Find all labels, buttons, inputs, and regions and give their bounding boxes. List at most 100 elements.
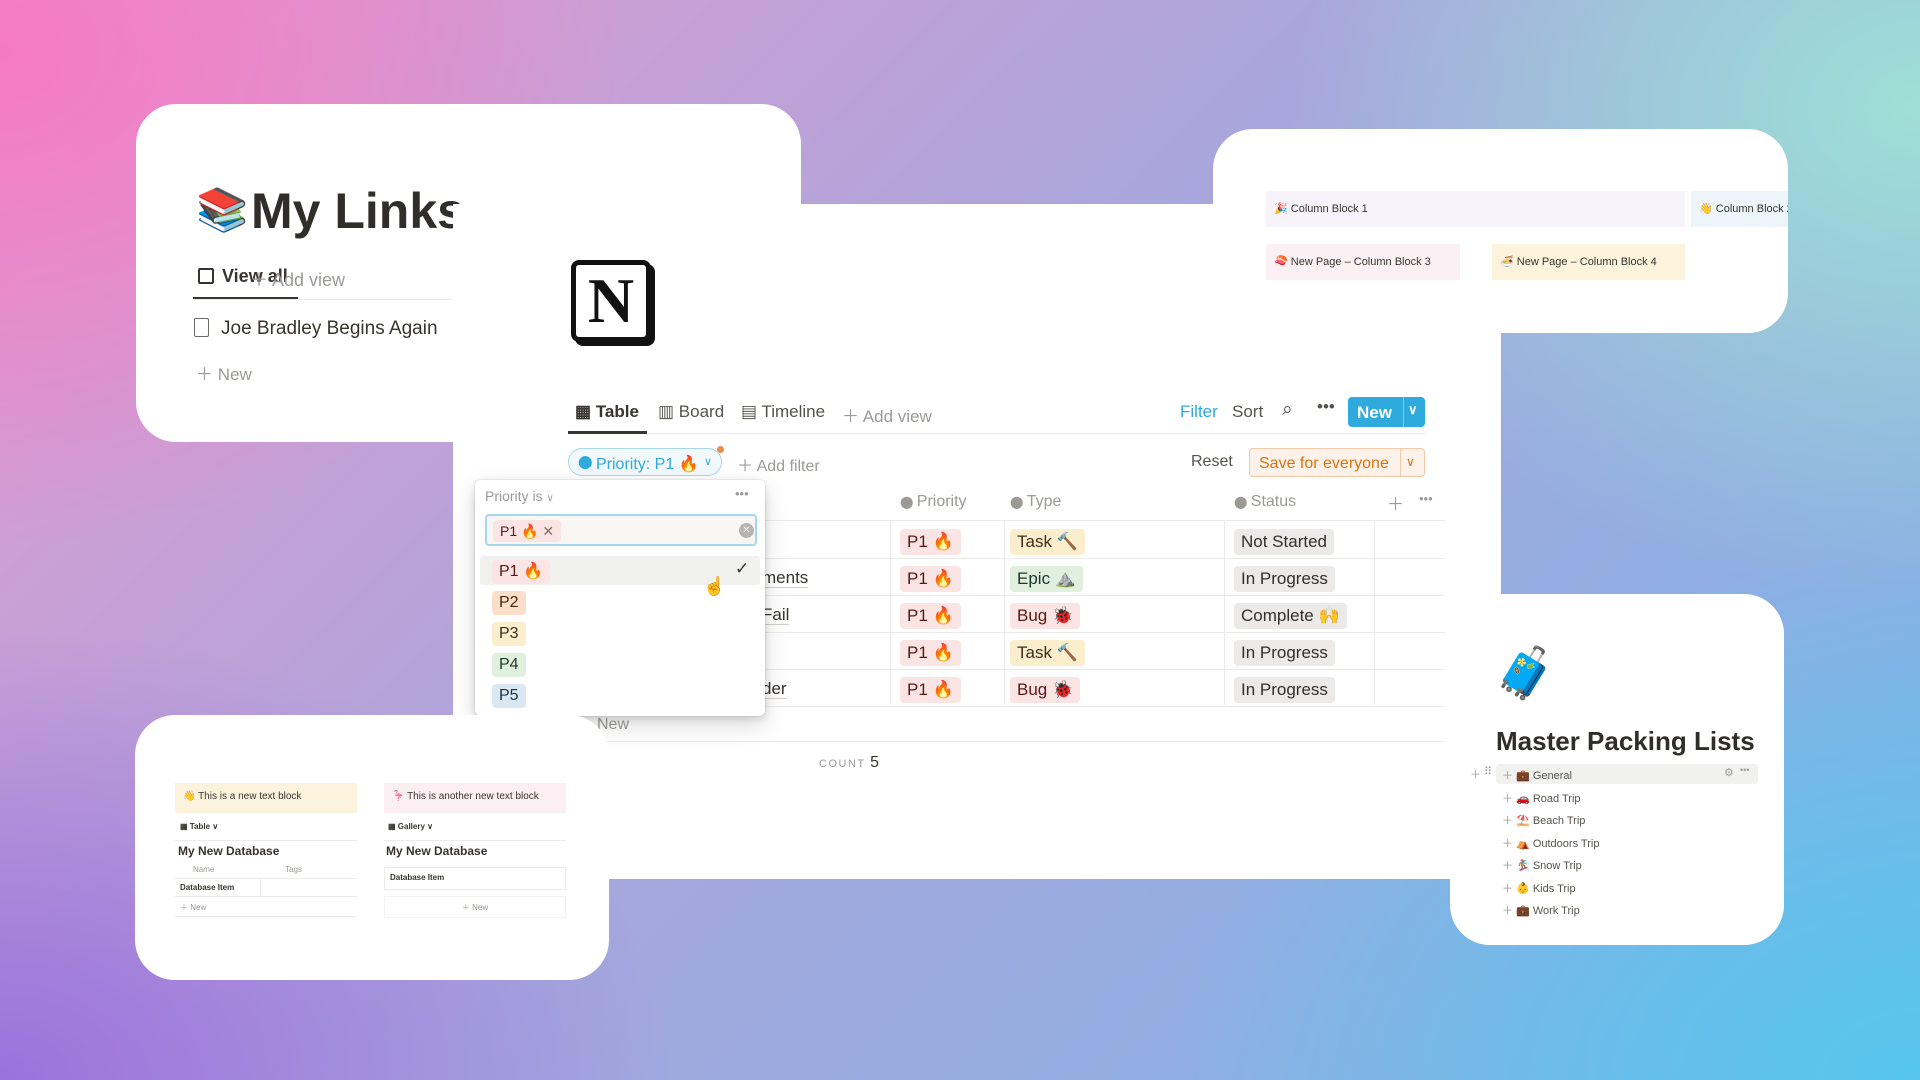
table-icon: ▦ [180, 822, 190, 831]
option-p5[interactable]: P5 [480, 680, 760, 709]
save-for-everyone-button[interactable]: Save for everyone ∨ [1249, 448, 1425, 477]
plus-icon[interactable]: ＋ [1502, 838, 1513, 850]
timeline-icon: ▤ [741, 402, 762, 421]
check-icon: ✓ [735, 559, 750, 578]
plus-icon: ＋ [842, 407, 863, 426]
view-table-dropdown[interactable]: ▦ Table ∨ [180, 822, 218, 831]
add-filter-button[interactable]: ＋ Add filter [737, 452, 820, 476]
type-tag: Bug 🐞 [1010, 603, 1081, 629]
clear-icon[interactable]: ✕ [739, 523, 754, 538]
add-view-button[interactable]: ＋ Add view [842, 402, 932, 427]
option-p4[interactable]: P4 [480, 649, 760, 678]
remove-tag-icon[interactable]: ✕ [542, 523, 554, 539]
search-icon[interactable]: ⌕ [1282, 399, 1293, 421]
plus-icon[interactable]: ＋ [1502, 905, 1513, 917]
plus-icon[interactable]: ＋ [1502, 883, 1513, 895]
filter-value-input[interactable]: P1 🔥 ✕ ✕ [485, 514, 757, 546]
list-item[interactable]: ＋ 💼 Work Trip [1502, 902, 1580, 918]
hand-cursor-icon: ☝ [703, 576, 726, 596]
drag-handle-icon[interactable]: ⠿ [1484, 765, 1492, 778]
plus-icon[interactable]: ＋ [1502, 815, 1513, 827]
new-item-button[interactable]: ＋ New [196, 360, 252, 385]
new-card-button[interactable]: ＋ New [385, 897, 565, 917]
priority-tag: P1 🔥 [900, 640, 961, 666]
column-block[interactable]: 🎉 Column Block 1 [1266, 191, 1685, 227]
list-item[interactable]: ＋ 🚗 Road Trip [1502, 790, 1581, 806]
columns-card: 🎉 Column Block 1 👋 Column Block 2 🍣 New Pa… [1213, 129, 1788, 333]
tab-table[interactable]: ▦ Table [575, 402, 639, 422]
reset-button[interactable]: Reset [1191, 453, 1233, 471]
list-item[interactable]: ＋ ⛺ Outdoors Trip [1502, 835, 1599, 851]
type-tag: Task 🔨 [1010, 640, 1085, 666]
board-icon: ▥ [658, 402, 679, 421]
property-icon: ⬤ [1234, 495, 1251, 509]
status-tag: In Progress [1234, 640, 1335, 666]
filter-property-icon: ⬤ [578, 454, 593, 469]
priority-filter-chip[interactable]: ⬤ Priority: P1 🔥 ∨ [568, 448, 722, 476]
column-block[interactable]: 🍣 New Page – Column Block 3 [1266, 244, 1460, 280]
gallery-card[interactable]: Database Item [385, 868, 565, 889]
property-icon: ⬤ [900, 495, 917, 509]
priority-tag: P1 🔥 [900, 566, 961, 592]
filter-condition-dropdown[interactable]: Priority is ∨ [485, 488, 554, 504]
database-item[interactable]: Database Item [180, 883, 234, 892]
tab-board[interactable]: ▥ Board [658, 402, 724, 422]
list-item[interactable]: Joe Bradley Begins Again [194, 318, 438, 340]
count-footer: COUNT 5 [819, 754, 879, 771]
status-tag: Complete 🙌 [1234, 603, 1347, 629]
suitcase-icon: 🧳 [1494, 645, 1557, 701]
filter-button[interactable]: Filter [1180, 402, 1218, 422]
add-column-icon[interactable]: ＋ [1387, 490, 1404, 515]
list-item[interactable]: ＋ 🏂 Snow Trip [1502, 857, 1582, 873]
list-item[interactable]: ＋ ⛱️ Beach Trip [1502, 812, 1585, 828]
sort-button[interactable]: Sort [1232, 402, 1263, 422]
list-item[interactable]: ＋ 👶 Kids Trip [1502, 880, 1576, 896]
priority-tag: P1 🔥 [900, 677, 961, 703]
databases-card: 👋 This is a new text block ▦ Table ∨ My … [135, 715, 609, 980]
priority-tag: P1 🔥 [900, 529, 961, 555]
block-emoji-icon: 🎉 [1274, 203, 1288, 215]
more-icon[interactable]: ••• [1419, 491, 1433, 506]
add-block-icon[interactable]: ＋ [1470, 766, 1481, 782]
new-button[interactable]: New ∨ [1348, 397, 1425, 427]
page-title: Master Packing Lists [1496, 726, 1755, 756]
chevron-down-icon[interactable]: ∨ [1406, 455, 1415, 469]
plus-icon[interactable]: ＋ [1502, 793, 1513, 805]
view-gallery-dropdown[interactable]: ▦ Gallery ∨ [388, 822, 433, 831]
row-name: der [762, 679, 787, 699]
option-p3[interactable]: P3 [480, 618, 760, 647]
column-header-priority[interactable]: ⬤ Priority [900, 493, 967, 511]
chevron-down-icon[interactable]: ∨ [1408, 402, 1418, 418]
plus-icon: ＋ [737, 458, 757, 475]
list-item[interactable]: ＋ 💼 General [1502, 767, 1572, 783]
filter-changed-dot [717, 446, 724, 453]
chevron-down-icon: ∨ [704, 456, 713, 468]
block-emoji-icon: 🍣 [1274, 256, 1288, 268]
add-view-button[interactable]: ＋ Add view [250, 266, 345, 292]
plus-icon[interactable]: ＋ [1502, 860, 1513, 872]
more-icon[interactable]: ••• [1740, 765, 1749, 775]
more-icon[interactable]: ••• [1317, 397, 1335, 417]
callout-block: 👋 This is a new text block [175, 783, 357, 813]
property-icon: ⬤ [1010, 495, 1027, 509]
status-tag: In Progress [1234, 566, 1335, 592]
notion-logo: N [571, 260, 651, 342]
chevron-down-icon: ∨ [546, 493, 554, 504]
column-block[interactable]: 🍜 New Page – Column Block 4 [1492, 244, 1685, 280]
callout-block: 🦩 This is another new text block [384, 783, 566, 813]
list-icon [198, 268, 214, 284]
settings-icon[interactable]: ⚙ [1724, 766, 1734, 779]
new-row-button[interactable]: ＋ New [180, 902, 206, 913]
column-header-status[interactable]: ⬤ Status [1234, 493, 1296, 511]
tab-timeline[interactable]: ▤ Timeline [741, 402, 825, 422]
column-block[interactable]: 👋 Column Block 2 [1691, 191, 1788, 227]
more-icon[interactable]: ••• [735, 486, 749, 501]
status-tag: Not Started [1234, 529, 1334, 555]
filter-popup: Priority is ∨ ••• P1 🔥 ✕ ✕ P1 🔥 ✓ P2 P3 … [475, 480, 765, 716]
page-icon [194, 318, 209, 337]
row-name: Fail [762, 605, 790, 625]
selected-tag: P1 🔥 ✕ [493, 520, 562, 542]
table-icon: ▦ [575, 402, 596, 421]
column-header-type[interactable]: ⬤ Type [1010, 493, 1061, 511]
plus-icon[interactable]: ＋ [1502, 770, 1513, 782]
